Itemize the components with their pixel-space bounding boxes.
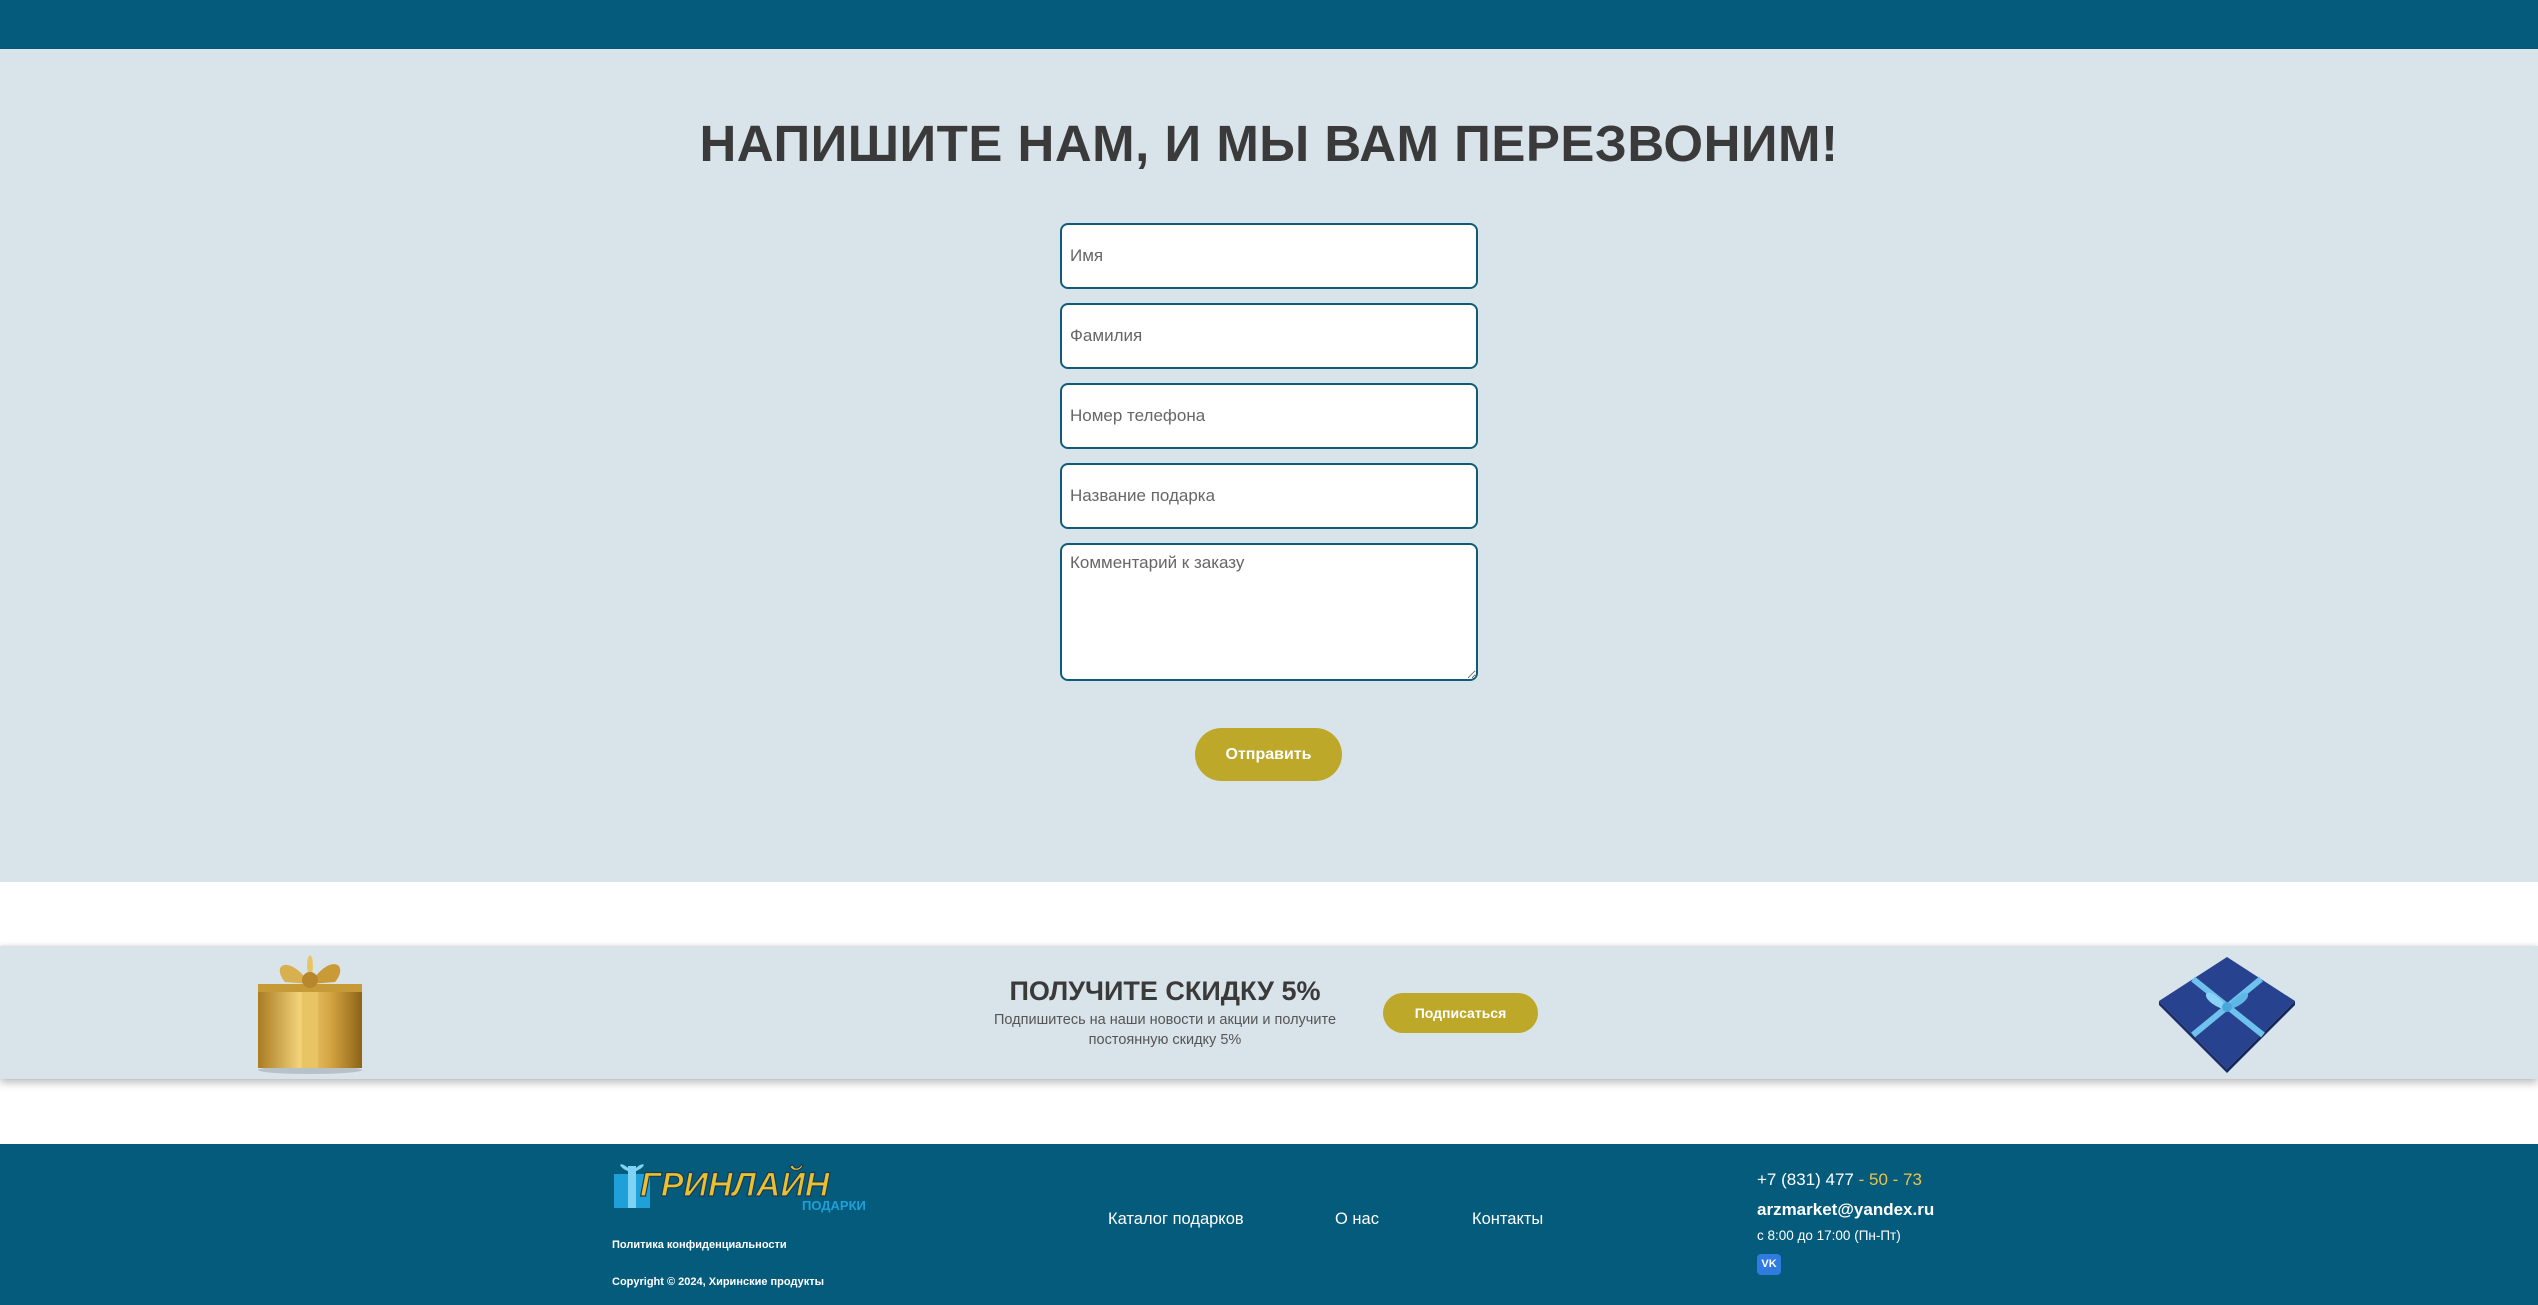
blue-gift-box-image: [2159, 957, 2295, 1073]
promo-title: ПОЛУЧИТЕ СКИДКУ 5%: [1009, 976, 1321, 1006]
brand-logo[interactable]: ГРИНЛАЙН ПОДАРКИ: [612, 1158, 897, 1219]
gift-name-input[interactable]: [1060, 463, 1478, 529]
phone-input[interactable]: [1060, 383, 1478, 449]
comment-textarea[interactable]: [1060, 543, 1478, 681]
nav-catalog-link[interactable]: Каталог подарков: [1108, 1210, 1244, 1229]
submit-button[interactable]: Отправить: [1195, 728, 1342, 781]
svg-text:ПОДАРКИ: ПОДАРКИ: [802, 1198, 866, 1213]
privacy-policy-link[interactable]: Политика конфиденциальности: [612, 1239, 787, 1251]
subscribe-button[interactable]: Подписаться: [1383, 993, 1538, 1033]
working-hours: с 8:00 до 17:00 (Пн-Пт): [1757, 1228, 1901, 1243]
phone-separator: -: [1853, 1170, 1869, 1189]
site-footer: ГРИНЛАЙН ПОДАРКИ Политика конфиденциальн…: [0, 1144, 2538, 1305]
discount-promo-banner: ПОЛУЧИТЕ СКИДКУ 5% Подпишитесь на наши н…: [0, 946, 2538, 1079]
gold-gift-box-image: [258, 955, 362, 1074]
promo-subtitle: Подпишитесь на наши новости и акции и по…: [993, 1012, 1337, 1048]
gift-logo-icon: ГРИНЛАЙН ПОДАРКИ: [614, 1164, 866, 1213]
email-link[interactable]: arzmarket@yandex.ru: [1757, 1200, 1934, 1220]
first-name-input[interactable]: [1060, 223, 1478, 289]
nav-about-link[interactable]: О нас: [1335, 1210, 1379, 1229]
form-title: НАПИШИТЕ НАМ, И МЫ ВАМ ПЕРЕЗВОНИМ!: [699, 115, 1839, 172]
phone-number[interactable]: +7 (831) 477 - 50 - 73: [1757, 1170, 1922, 1190]
top-bar: [0, 0, 2538, 49]
copyright-text: Copyright © 2024, Хиринские продукты: [612, 1276, 824, 1288]
nav-contacts-link[interactable]: Контакты: [1472, 1210, 1543, 1229]
contact-form-section: НАПИШИТЕ НАМ, И МЫ ВАМ ПЕРЕЗВОНИМ! Отпра…: [0, 49, 2538, 882]
phone-main: +7 (831) 477: [1757, 1170, 1854, 1189]
vk-icon[interactable]: VK: [1757, 1254, 1781, 1275]
phone-accent: 50 - 73: [1869, 1170, 1922, 1189]
last-name-input[interactable]: [1060, 303, 1478, 369]
